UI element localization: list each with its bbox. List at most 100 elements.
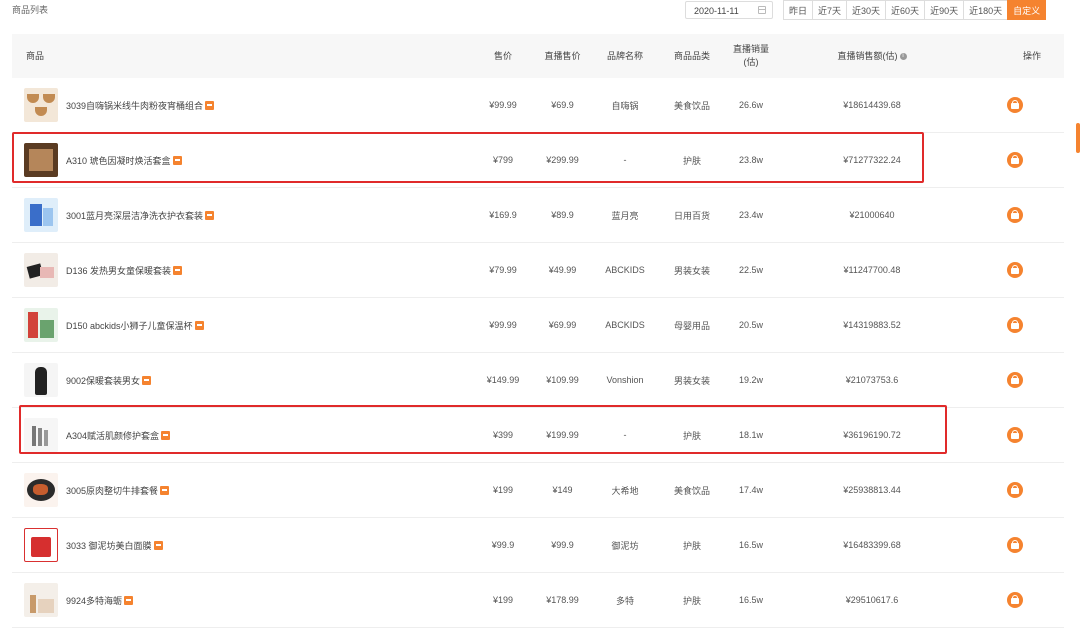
table-row[interactable]: 9924多特海蛎 ¥199 ¥178.99 多特 护肤 16.5w ¥29510617.6	[12, 573, 1064, 628]
price-cell: ¥79.99	[489, 265, 517, 275]
header-live-price: 直播售价	[544, 50, 581, 61]
product-name[interactable]: 3039自嗨锅米线牛肉粉夜宵桶组合	[66, 99, 203, 112]
price-cell: ¥99.99	[489, 100, 517, 110]
table-row[interactable]: 3005原肉整切牛排套餐 ¥199 ¥149 大希地 美食饮品 17.4w ¥2593881…	[12, 463, 1064, 518]
product-thumbnail[interactable]	[24, 583, 58, 617]
scroll-handle[interactable]	[1076, 123, 1080, 153]
date-range-buttons: 昨日 近7天 近30天 近60天 近90天 近180天 自定义	[783, 0, 1047, 20]
product-name-cell: 3033 御泥坊美白面膜	[66, 518, 163, 572]
top-bar: 商品列表 2020-11-11 昨日 近7天 近30天 近60天 近90天 近1…	[0, 0, 1080, 26]
header-price: 售价	[493, 50, 512, 61]
product-thumbnail[interactable]	[24, 253, 58, 287]
range-yesterday-button[interactable]: 昨日	[783, 0, 814, 20]
product-name-cell: 3001蓝月亮深层洁净洗衣护衣套装	[66, 188, 215, 242]
brand-cell: ABCKIDS	[605, 265, 645, 275]
shop-bag-icon[interactable]	[1007, 262, 1023, 278]
product-thumbnail[interactable]	[24, 363, 58, 397]
table-row[interactable]: D150 abckids小狮子儿童保温杯 ¥99.99 ¥69.99 ABCKIDS 母…	[12, 298, 1064, 353]
range-90d-button[interactable]: 近90天	[924, 0, 965, 20]
revenue-cell: ¥14319883.52	[843, 320, 901, 330]
live-price-cell: ¥89.9	[551, 210, 574, 220]
product-name[interactable]: D136 发热男女童保暖套装	[66, 264, 171, 277]
category-cell: 日用百货	[673, 210, 710, 221]
product-name[interactable]: 9002保暖套装男女	[66, 374, 140, 387]
range-custom-button[interactable]: 自定义	[1007, 0, 1047, 20]
brand-cell: Vonshion	[606, 375, 644, 385]
highlight-box	[19, 405, 947, 454]
category-cell: 护肤	[682, 540, 701, 551]
live-price-cell: ¥178.99	[546, 595, 579, 605]
range-180d-button[interactable]: 近180天	[963, 0, 1009, 20]
tmall-badge-icon	[142, 375, 152, 385]
brand-cell: 大希地	[611, 485, 639, 496]
shop-bag-icon[interactable]	[1007, 97, 1023, 113]
price-cell: ¥99.99	[489, 320, 517, 330]
table-row[interactable]: D136 发热男女童保暖套装 ¥79.99 ¥49.99 ABCKIDS 男装女装 22.…	[12, 243, 1064, 298]
tmall-badge-icon	[194, 320, 204, 330]
category-cell: 护肤	[682, 595, 701, 606]
price-cell: ¥149.99	[486, 375, 520, 385]
date-value: 2020-11-11	[694, 6, 739, 16]
tmall-badge-icon	[124, 595, 134, 605]
live-price-cell: ¥109.99	[546, 375, 579, 385]
table-row[interactable]: 3001蓝月亮深层洁净洗衣护衣套装 ¥169.9 ¥89.9 蓝月亮 日用百货 23.4w…	[12, 188, 1064, 243]
shop-bag-icon[interactable]	[1007, 207, 1023, 223]
range-60d-button[interactable]: 近60天	[885, 0, 926, 20]
product-name[interactable]: 3001蓝月亮深层洁净洗衣护衣套装	[66, 209, 203, 222]
brand-cell: 自嗨锅	[611, 100, 639, 111]
calendar-icon	[758, 6, 766, 14]
product-table: 商品 售价 直播售价 品牌名称 商品品类 直播销量 (估) 直播销售额(估) i …	[12, 34, 1064, 628]
table-row[interactable]: 3033 御泥坊美白面膜 ¥99.9 ¥99.9 御泥坊 护肤 16.5w ¥1648339…	[12, 518, 1064, 573]
product-name-cell: D136 发热男女童保暖套装	[66, 243, 183, 297]
brand-cell: 多特	[615, 595, 634, 606]
price-cell: ¥99.9	[491, 540, 515, 550]
revenue-cell: ¥21000640	[849, 210, 895, 220]
shop-bag-icon[interactable]	[1007, 372, 1023, 388]
product-name[interactable]: 9924多特海蛎	[66, 594, 122, 607]
range-7d-button[interactable]: 近7天	[812, 0, 848, 20]
product-thumbnail[interactable]	[24, 528, 58, 562]
product-thumbnail[interactable]	[24, 198, 58, 232]
shop-bag-icon[interactable]	[1007, 317, 1023, 333]
table-row[interactable]: 3039自嗨锅米线牛肉粉夜宵桶组合 ¥99.99 ¥69.9 自嗨锅 美食饮品 26.6w…	[12, 78, 1064, 133]
tmall-badge-icon	[205, 210, 215, 220]
product-thumbnail[interactable]	[24, 308, 58, 342]
tmall-badge-icon	[173, 265, 183, 275]
product-thumbnail[interactable]	[24, 88, 58, 122]
brand-cell: 御泥坊	[611, 540, 639, 551]
info-icon[interactable]: i	[899, 52, 907, 60]
shop-bag-icon[interactable]	[1007, 427, 1023, 443]
product-name-cell: 9924多特海蛎	[66, 573, 134, 627]
product-thumbnail[interactable]	[24, 473, 58, 507]
product-name[interactable]: D150 abckids小狮子儿童保温杯	[66, 319, 193, 332]
live-price-cell: ¥149	[552, 485, 573, 495]
shop-bag-icon[interactable]	[1007, 482, 1023, 498]
product-name-cell: 3005原肉整切牛排套餐	[66, 463, 170, 517]
shop-bag-icon[interactable]	[1007, 592, 1023, 608]
category-cell: 母婴用品	[673, 320, 710, 331]
product-name[interactable]: 3033 御泥坊美白面膜	[66, 539, 152, 552]
price-cell: ¥169.9	[489, 210, 517, 220]
revenue-cell: ¥18614439.68	[843, 100, 901, 110]
price-cell: ¥199	[492, 485, 514, 495]
header-live-sales: 直播销量 (估)	[732, 44, 769, 67]
date-picker[interactable]: 2020-11-11	[685, 1, 773, 19]
revenue-cell: ¥29510617.6	[845, 595, 899, 605]
range-30d-button[interactable]: 近30天	[846, 0, 887, 20]
shop-bag-icon[interactable]	[1007, 152, 1023, 168]
sales-cell: 16.5w	[738, 540, 764, 550]
revenue-cell: ¥21073753.6	[845, 375, 899, 385]
brand-cell: 蓝月亮	[611, 210, 639, 221]
header-brand: 品牌名称	[606, 50, 643, 61]
sales-cell: 19.2w	[738, 375, 764, 385]
product-name-cell: 3039自嗨锅米线牛肉粉夜宵桶组合	[66, 78, 215, 132]
live-price-cell: ¥69.99	[548, 320, 577, 330]
category-cell: 美食饮品	[673, 485, 710, 496]
live-price-cell: ¥49.99	[548, 265, 577, 275]
shop-bag-icon[interactable]	[1007, 537, 1023, 553]
product-name[interactable]: 3005原肉整切牛排套餐	[66, 484, 158, 497]
table-row[interactable]: 9002保暖套装男女 ¥149.99 ¥109.99 Vonshion 男装女装 19.2…	[12, 353, 1064, 408]
sales-cell: 16.5w	[738, 595, 764, 605]
highlight-box	[12, 132, 924, 183]
header-product: 商品	[26, 50, 45, 61]
